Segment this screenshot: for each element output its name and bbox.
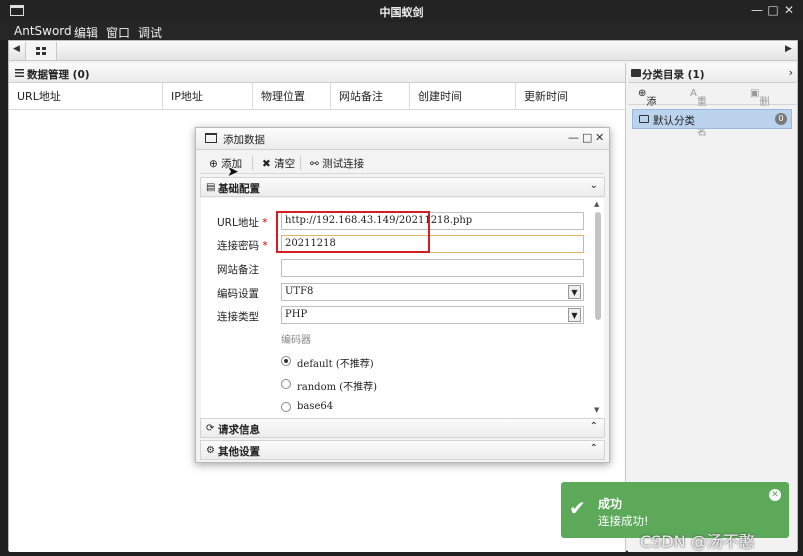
- column-created[interactable]: 创建时间: [410, 83, 516, 110]
- toolbar-divider: [300, 156, 301, 170]
- column-note[interactable]: 网站备注: [331, 83, 410, 110]
- dialog-title: 添加数据: [223, 134, 265, 146]
- scroll-down-icon[interactable]: ▼: [594, 406, 599, 414]
- document-icon: ▤: [206, 182, 216, 193]
- toast-close-icon[interactable]: ✕: [769, 489, 781, 501]
- add-data-dialog: 添加数据 — □ ✕ ⊕ 添加 ✖ 清空 ⚯ 测试连接 ▤ 基础配置 ⌄ URL…: [195, 127, 610, 463]
- encoding-value: UTF8: [285, 286, 314, 297]
- encoder-base64-radio[interactable]: [281, 402, 291, 412]
- required-mark: *: [262, 217, 268, 229]
- tab-bar: ◀ ▶: [9, 41, 797, 61]
- section-other-title: 其他设置: [218, 446, 260, 458]
- refresh-icon: ⟳: [206, 423, 215, 434]
- column-updated[interactable]: 更新时间: [516, 83, 626, 110]
- tab-scroll-right-icon[interactable]: ▶: [785, 44, 792, 54]
- type-select[interactable]: PHP ▼: [281, 306, 584, 324]
- encoding-select[interactable]: UTF8 ▼: [281, 283, 584, 301]
- check-icon: ✔: [569, 496, 586, 520]
- password-label: 连接密码 *: [217, 238, 268, 253]
- encoder-default-radio[interactable]: [281, 356, 291, 366]
- category-item[interactable]: 默认分类 0: [632, 109, 792, 129]
- menubar: AntSword 编辑 窗口 调试: [0, 22, 803, 40]
- encoding-label: 编码设置: [217, 288, 259, 300]
- menu-debug[interactable]: 调试: [138, 24, 162, 41]
- data-panel-header: 数据管理 (0): [9, 63, 625, 83]
- password-label-text: 连接密码: [217, 240, 259, 252]
- form-scrollbar[interactable]: ▲ ▼: [594, 200, 602, 414]
- column-url[interactable]: URL地址: [9, 83, 163, 110]
- maximize-icon[interactable]: □: [765, 2, 781, 18]
- scrollbar-thumb[interactable]: [595, 212, 601, 320]
- chevron-up-icon: ⌃: [589, 443, 598, 454]
- menu-window[interactable]: 窗口: [106, 24, 130, 41]
- category-delete-button[interactable]: ▣ 删除: [750, 88, 769, 123]
- toolbar-divider: [252, 156, 253, 170]
- annotation-highlight: [276, 211, 430, 253]
- category-name: 默认分类: [653, 115, 695, 127]
- dialog-clear-button[interactable]: ✖ 清空: [262, 156, 295, 171]
- column-ip[interactable]: IP地址: [163, 83, 253, 110]
- list-icon: [15, 69, 24, 77]
- type-value: PHP: [285, 309, 308, 320]
- encoder-label: 编码器: [281, 335, 311, 346]
- category-toolbar: ⊕ 添加 A 重命名 ▣ 删除: [628, 83, 797, 138]
- category-add-button[interactable]: ⊕ 添加: [638, 88, 656, 123]
- tab-main[interactable]: [25, 42, 57, 60]
- category-count-badge: 0: [775, 113, 787, 125]
- window-title: 中国蚁剑: [379, 6, 424, 19]
- section-request-title: 请求信息: [218, 424, 260, 436]
- chevron-down-icon: ▼: [568, 308, 581, 322]
- chevron-down-icon: ⌄: [589, 180, 598, 191]
- gears-icon: ⚙: [206, 445, 215, 456]
- data-panel-title: 数据管理 (0): [27, 69, 90, 81]
- scroll-up-icon[interactable]: ▲: [594, 200, 599, 208]
- category-rename-button[interactable]: A 重命名: [690, 88, 707, 138]
- section-basic-config[interactable]: ▤ 基础配置 ⌄: [200, 177, 605, 197]
- required-mark: *: [262, 240, 268, 252]
- menu-antsword[interactable]: AntSword: [14, 24, 72, 38]
- encoder-random-label: random (不推荐): [297, 382, 378, 393]
- collapse-right-icon[interactable]: ›: [789, 66, 793, 79]
- dialog-window-icon: [205, 133, 217, 143]
- type-label: 连接类型: [217, 311, 259, 323]
- section-basic-title: 基础配置: [218, 183, 260, 195]
- dialog-test-button[interactable]: ⚯ 测试连接: [310, 156, 364, 171]
- toast-title: 成功: [598, 497, 623, 511]
- category-panel-header: 分类目录 (1) ›: [628, 63, 797, 83]
- folder-icon: [639, 115, 649, 123]
- dialog-maximize-icon[interactable]: □: [582, 131, 592, 144]
- mouse-cursor-icon: ➤: [227, 164, 239, 180]
- menu-edit[interactable]: 编辑: [74, 24, 98, 41]
- section-other-settings[interactable]: ⚙ 其他设置 ⌃: [200, 440, 605, 460]
- note-input[interactable]: [281, 259, 584, 277]
- encoder-base64-label: base64: [297, 401, 334, 412]
- url-label-text: URL地址: [217, 217, 259, 229]
- column-location[interactable]: 物理位置: [253, 83, 331, 110]
- minimize-icon[interactable]: —: [749, 2, 765, 18]
- dialog-close-icon[interactable]: ✕: [595, 131, 604, 144]
- encoder-random-radio[interactable]: [281, 379, 291, 389]
- dialog-toolbar: ⊕ 添加 ✖ 清空 ⚯ 测试连接: [200, 152, 605, 174]
- tab-scroll-left-icon[interactable]: ◀: [13, 44, 20, 54]
- dialog-test-label: 测试连接: [322, 158, 365, 170]
- window-titlebar: 中国蚁剑 — □ ✕: [0, 0, 803, 22]
- category-panel-title: 分类目录 (1): [642, 69, 705, 81]
- section-request-info[interactable]: ⟳ 请求信息 ⌃: [200, 418, 605, 438]
- folder-icon: [631, 69, 641, 77]
- dialog-clear-label: 清空: [274, 158, 296, 170]
- close-icon[interactable]: ✕: [781, 2, 797, 18]
- dialog-titlebar[interactable]: 添加数据 — □ ✕: [196, 128, 609, 150]
- chevron-up-icon: ⌃: [589, 421, 598, 432]
- encoder-default-label: default (不推荐): [297, 359, 374, 370]
- category-panel: 分类目录 (1) › ⊕ 添加 A 重命名 ▣ 删除 默认分类 0: [628, 63, 797, 552]
- dialog-minimize-icon[interactable]: —: [568, 131, 579, 144]
- note-label: 网站备注: [217, 264, 259, 276]
- grid-icon: [36, 47, 46, 55]
- url-label: URL地址 *: [217, 215, 267, 230]
- toast-message: 连接成功!: [598, 514, 649, 528]
- table-header: URL地址 IP地址 物理位置 网站备注 创建时间 更新时间: [9, 83, 625, 110]
- watermark: CSDN @汤不憨: [640, 532, 755, 551]
- chevron-down-icon: ▼: [568, 285, 581, 299]
